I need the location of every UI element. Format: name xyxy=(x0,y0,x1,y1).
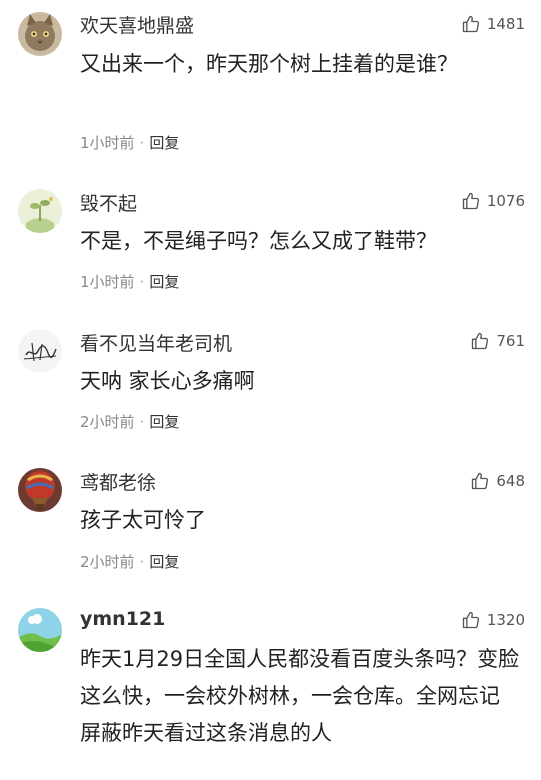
comment-list: 欢天喜地鼎盛 1481 又出来一个，昨天那个树上挂着的是谁？ 1小时前 · 回复 xyxy=(0,0,541,780)
reply-button[interactable]: 回复 xyxy=(149,271,179,292)
timestamp: 1小时前 xyxy=(80,134,135,152)
like-button[interactable]: 761 xyxy=(470,331,525,351)
user-avatar[interactable] xyxy=(18,468,62,512)
comment-item: 鸢都老徐 648 孩子太可怜了 2小时前 · 回复 xyxy=(0,455,541,595)
username[interactable]: 鸢都老徐 xyxy=(80,468,156,495)
like-count: 1076 xyxy=(486,192,525,210)
thumbs-up-icon xyxy=(462,611,479,629)
signature-avatar-icon xyxy=(18,329,62,373)
comment-item: 看不见当年老司机 761 天呐 家长心多痛啊 2小时前 · 回复 xyxy=(0,315,541,455)
user-avatar[interactable] xyxy=(18,608,62,652)
username[interactable]: 看不见当年老司机 xyxy=(80,329,232,356)
comment-text: 孩子太可怜了 xyxy=(80,508,206,532)
like-button[interactable]: 1076 xyxy=(461,191,525,211)
username[interactable]: 欢天喜地鼎盛 xyxy=(80,11,194,38)
comment-text: 天呐 家长心多痛啊 xyxy=(80,369,255,393)
comment-meta: 1小时前 · 回复 xyxy=(80,271,179,292)
separator-dot: · xyxy=(139,552,145,571)
thumbs-up-icon xyxy=(472,472,489,490)
comment-item: ymn121 1320 昨天1月29日全国人民都没看百度头条吗？变脸这么快，一会… xyxy=(0,595,541,780)
separator-dot: · xyxy=(139,133,145,152)
user-avatar[interactable] xyxy=(18,189,62,233)
like-count: 761 xyxy=(496,332,525,350)
comment-text: 昨天1月29日全国人民都没看百度头条吗？变脸这么快，一会校外树林，一会仓库。全网… xyxy=(80,647,520,745)
like-button[interactable]: 1320 xyxy=(461,610,525,630)
timestamp: 2小时前 xyxy=(80,553,135,571)
plant-avatar-icon xyxy=(18,189,62,233)
comment-meta: 2小时前 · 回复 xyxy=(80,411,179,432)
reply-button[interactable]: 回复 xyxy=(149,411,179,432)
comment-meta: 2小时前 · 回复 xyxy=(80,551,179,572)
like-count: 1320 xyxy=(486,611,525,629)
thumbs-up-icon xyxy=(462,192,479,210)
reply-button[interactable]: 回复 xyxy=(149,132,179,153)
like-count: 648 xyxy=(496,472,525,490)
comment-meta: 1小时前 · 回复 xyxy=(80,132,179,153)
like-count: 1481 xyxy=(486,15,525,33)
comment-text: 又出来一个，昨天那个树上挂着的是谁？ xyxy=(80,52,458,76)
thumbs-up-icon xyxy=(472,332,489,350)
separator-dot: · xyxy=(139,272,145,291)
reply-button[interactable]: 回复 xyxy=(149,551,179,572)
separator-dot: · xyxy=(139,412,145,431)
landscape-avatar-icon xyxy=(18,608,62,652)
comment-text: 不是，不是绳子吗？怎么又成了鞋带？ xyxy=(80,229,437,253)
comment-item: 毁不起 1076 不是，不是绳子吗？怎么又成了鞋带？ 1小时前 · 回复 xyxy=(0,175,541,315)
like-button[interactable]: 648 xyxy=(470,471,525,491)
username[interactable]: 毁不起 xyxy=(80,189,137,216)
username[interactable]: ymn121 xyxy=(80,608,165,630)
timestamp: 1小时前 xyxy=(80,273,135,291)
cat-avatar-icon xyxy=(18,12,62,56)
user-avatar[interactable] xyxy=(18,329,62,373)
thumbs-up-icon xyxy=(462,15,479,33)
balloon-avatar-icon xyxy=(18,468,62,512)
comment-item: 欢天喜地鼎盛 1481 又出来一个，昨天那个树上挂着的是谁？ 1小时前 · 回复 xyxy=(0,0,541,170)
user-avatar[interactable] xyxy=(18,12,62,56)
timestamp: 2小时前 xyxy=(80,413,135,431)
like-button[interactable]: 1481 xyxy=(461,14,525,34)
